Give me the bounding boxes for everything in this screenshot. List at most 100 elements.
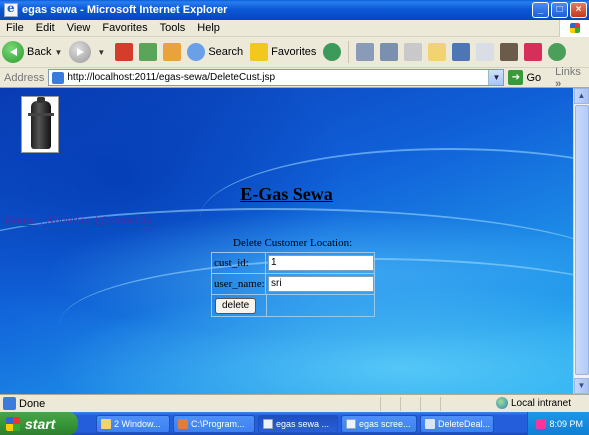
stop-icon[interactable] xyxy=(115,43,134,61)
taskbar-item[interactable]: DeleteDeal... xyxy=(420,414,494,433)
menu-tools[interactable]: Tools xyxy=(154,22,192,34)
msn-icon[interactable] xyxy=(548,43,567,61)
address-input[interactable]: http://localhost:2011/egas-sewa/DeleteCu… xyxy=(48,69,505,86)
toolbar-separator xyxy=(348,41,350,63)
taskbar-item-label: egas sewa ... xyxy=(276,418,330,429)
close-button[interactable]: × xyxy=(570,2,587,18)
taskbar-item-label: 2 Window... xyxy=(114,418,161,429)
scrollbar-thumb[interactable] xyxy=(575,105,589,375)
title-bar: egas sewa - Microsoft Internet Explorer … xyxy=(0,0,589,20)
search-button[interactable]: Search xyxy=(184,43,243,61)
back-button[interactable]: Back ▼ xyxy=(2,41,65,63)
taskbar-item[interactable]: 2 Window... xyxy=(96,414,170,433)
gas-cylinder-icon xyxy=(28,97,54,149)
edit-icon[interactable] xyxy=(404,43,423,61)
status-bar: Done Local intranet xyxy=(0,394,589,412)
program-icon xyxy=(178,418,188,429)
page-icon xyxy=(52,71,65,84)
form-row-actions: delete xyxy=(212,295,374,316)
links-button[interactable]: Links » xyxy=(555,66,589,90)
taskbar: start 2 Window... C:\Program... egas sew… xyxy=(0,412,589,435)
back-arrow-icon xyxy=(2,41,24,63)
mail-icon[interactable] xyxy=(356,43,375,61)
minimize-button[interactable]: _ xyxy=(532,2,549,18)
taskbar-item-label: DeleteDeal... xyxy=(438,418,491,429)
refresh-icon[interactable] xyxy=(139,43,158,61)
ie-icon xyxy=(4,1,18,17)
form-row-user-name: user_name: sri xyxy=(212,274,374,295)
home-icon[interactable] xyxy=(163,43,182,61)
flag-icon[interactable] xyxy=(524,43,543,61)
print-icon[interactable] xyxy=(380,43,399,61)
nav-link-contactus[interactable]: ContactUs xyxy=(100,213,151,227)
form-row-cust-id: cust_id: 1 xyxy=(212,253,374,274)
scroll-down-icon[interactable]: ▼ xyxy=(574,378,589,394)
menu-edit[interactable]: Edit xyxy=(30,22,61,34)
search-label: Search xyxy=(208,46,244,58)
favorites-label: Favorites xyxy=(271,46,317,58)
taskbar-item-label: C:\Program... xyxy=(191,418,245,429)
address-bar: Address http://localhost:2011/egas-sewa/… xyxy=(0,66,589,90)
forward-button[interactable]: ▼ xyxy=(69,41,108,63)
folder-icon xyxy=(101,418,111,429)
user-name-label: user_name: xyxy=(212,274,266,294)
menu-favorites[interactable]: Favorites xyxy=(96,22,153,34)
forward-dropdown-icon[interactable]: ▼ xyxy=(97,48,105,57)
back-dropdown-icon[interactable]: ▼ xyxy=(54,48,62,57)
tool-icon[interactable] xyxy=(500,43,519,61)
address-label: Address xyxy=(4,71,45,84)
delete-button[interactable]: delete xyxy=(215,297,257,314)
document-icon xyxy=(425,418,435,429)
address-dropdown-icon[interactable]: ▼ xyxy=(488,70,504,85)
menu-view[interactable]: View xyxy=(61,22,97,34)
menu-help[interactable]: Help xyxy=(191,22,226,34)
page-done-icon xyxy=(3,397,16,410)
window-controls: _ □ × xyxy=(532,2,587,18)
nav-link-home[interactable]: Home xyxy=(5,213,34,227)
status-panes xyxy=(380,397,460,411)
folder-icon[interactable] xyxy=(428,43,447,61)
zone-label: Local intranet xyxy=(510,397,571,409)
links-label: Links xyxy=(555,65,581,78)
clock: 8:09 PM xyxy=(549,418,583,429)
address-url: http://localhost:2011/egas-sewa/DeleteCu… xyxy=(67,72,276,83)
messenger-icon[interactable] xyxy=(452,43,471,61)
favorites-button[interactable]: Favorites xyxy=(247,43,316,61)
system-tray: 8:09 PM xyxy=(527,412,589,435)
windows-flag-icon xyxy=(6,416,20,431)
windows-logo-icon xyxy=(559,20,589,37)
security-zone: Local intranet xyxy=(495,397,571,409)
cust-id-input[interactable]: 1 xyxy=(268,255,374,271)
cust-id-label: cust_id: xyxy=(212,253,266,273)
scroll-up-icon[interactable]: ▲ xyxy=(574,88,589,104)
status-text: Done xyxy=(19,397,46,410)
menu-bar: File Edit View Favorites Tools Help xyxy=(0,20,589,37)
gas-cylinder-logo xyxy=(21,96,59,153)
taskbar-item[interactable]: C:\Program... xyxy=(173,414,255,433)
back-label: Back xyxy=(27,46,52,58)
menu-file[interactable]: File xyxy=(0,22,30,34)
research-icon[interactable] xyxy=(476,43,495,61)
forward-arrow-icon xyxy=(69,41,92,63)
taskbar-item[interactable]: egas scree... xyxy=(341,414,417,433)
page-viewport: E-Gas Sewa Home | AboutUs | ContactUs | … xyxy=(0,88,589,394)
nav-link-aboutus[interactable]: AboutUs xyxy=(46,213,89,227)
nav-links: Home | AboutUs | ContactUs | xyxy=(5,213,163,227)
taskbar-item-label: egas scree... xyxy=(359,418,411,429)
form-caption: Delete Customer Location: xyxy=(233,237,353,249)
start-button[interactable]: start xyxy=(0,412,78,435)
taskbar-item[interactable]: egas sewa ... xyxy=(258,414,338,433)
vertical-scrollbar[interactable]: ▲ ▼ xyxy=(573,88,589,394)
favorites-star-icon xyxy=(250,43,269,61)
history-icon[interactable] xyxy=(323,43,342,61)
maximize-button[interactable]: □ xyxy=(551,2,568,18)
go-arrow-icon: ➔ xyxy=(508,70,524,85)
page-title: E-Gas Sewa xyxy=(240,184,333,204)
start-label: start xyxy=(25,415,56,432)
tray-icon[interactable] xyxy=(536,418,547,429)
ie-icon xyxy=(263,418,273,429)
window-title: egas sewa - Microsoft Internet Explorer xyxy=(22,4,228,16)
user-name-input[interactable]: sri xyxy=(268,276,374,292)
go-button[interactable]: ➔ Go xyxy=(508,70,541,85)
actions-cell: delete xyxy=(212,295,267,316)
